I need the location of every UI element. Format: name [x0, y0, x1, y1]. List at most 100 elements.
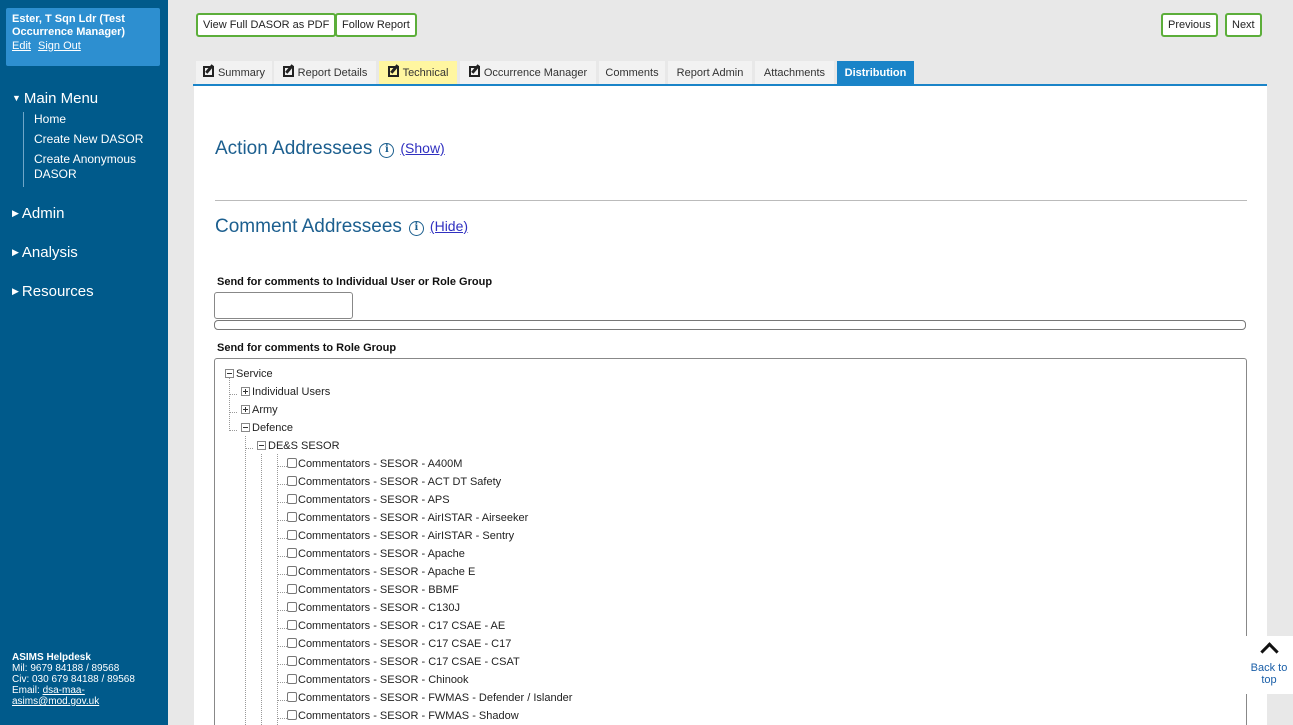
- comment-addressees-heading: Comment Addressees i (Hide): [215, 216, 469, 237]
- hide-comment-link[interactable]: (Hide): [430, 218, 468, 234]
- view-pdf-button[interactable]: View Full DASOR as PDF: [196, 13, 337, 37]
- info-icon[interactable]: i: [408, 221, 424, 236]
- tree-leaf[interactable]: Commentators - SESOR - APS: [287, 493, 450, 507]
- expand-icon[interactable]: [241, 405, 250, 414]
- checkbox[interactable]: [287, 494, 297, 504]
- collapse-icon[interactable]: [257, 441, 266, 450]
- checkbox[interactable]: [287, 530, 297, 540]
- tree-guide: [229, 412, 237, 413]
- tree-leaf[interactable]: Commentators - SESOR - C17 CSAE - AE: [287, 619, 505, 633]
- collapse-icon[interactable]: [241, 423, 250, 432]
- menu-item-home[interactable]: Home: [34, 112, 149, 127]
- tab-occurrence-manager[interactable]: Occurrence Manager: [460, 61, 596, 85]
- tree-leaf[interactable]: Commentators - SESOR - AirISTAR - Airsee…: [287, 511, 528, 525]
- previous-button[interactable]: Previous: [1161, 13, 1218, 37]
- menu-item-create-anonymous-dasor[interactable]: Create Anonymous DASOR: [34, 152, 149, 182]
- tree-guide: [277, 664, 287, 665]
- tab-comments[interactable]: Comments: [599, 61, 665, 85]
- admin-menu-toggle[interactable]: ▶ Admin: [12, 205, 64, 222]
- tab-distribution[interactable]: Distribution: [837, 61, 914, 85]
- tree-node-service[interactable]: Service: [225, 367, 273, 381]
- tree-guide: [277, 538, 287, 539]
- tree-leaf[interactable]: Commentators - SESOR - C130J: [287, 601, 460, 615]
- tree-node-army[interactable]: Army: [241, 403, 278, 417]
- tree-leaf-label: Commentators - SESOR - ACT DT Safety: [298, 476, 502, 488]
- individual-user-input[interactable]: [214, 292, 353, 319]
- checkbox[interactable]: [287, 656, 297, 666]
- helpdesk-mil: Mil: 9679 84188 / 89568: [12, 663, 120, 674]
- tab-technical[interactable]: Technical: [379, 61, 457, 85]
- checkbox[interactable]: [287, 566, 297, 576]
- checkbox[interactable]: [287, 548, 297, 558]
- distribution-panel: Action Addressees i (Show) Comment Address…: [194, 86, 1267, 725]
- expand-icon[interactable]: [241, 387, 250, 396]
- main-menu-toggle[interactable]: ▼ Main Menu: [12, 90, 98, 107]
- checkbox[interactable]: [287, 476, 297, 486]
- checkbox[interactable]: [287, 458, 297, 468]
- helpdesk-email-link[interactable]: dsa-maa-: [43, 685, 85, 696]
- tree-leaf[interactable]: Commentators - SESOR - FWMAS - Defender …: [287, 691, 572, 705]
- checkbox[interactable]: [287, 620, 297, 630]
- tree-guide: [245, 436, 246, 725]
- tree-guide: [277, 454, 278, 725]
- helpdesk-civ: Civ: 030 679 84188 / 89568: [12, 674, 135, 685]
- tree-guide: [261, 454, 262, 725]
- helpdesk-info: ASIMS Helpdesk Mil: 9679 84188 / 89568 C…: [12, 652, 135, 707]
- sign-out-link[interactable]: Sign Out: [38, 40, 81, 52]
- tree-leaf[interactable]: Commentators - SESOR - ACT DT Safety: [287, 475, 501, 489]
- tree-leaf-label: Commentators - SESOR - C17 CSAE - AE: [298, 620, 506, 632]
- checkbox[interactable]: [287, 638, 297, 648]
- tree-node-individual-users[interactable]: Individual Users: [241, 385, 330, 399]
- tree-guide: [277, 718, 287, 719]
- tree-leaf[interactable]: Commentators - SESOR - FWMAS - Shadow: [287, 709, 519, 723]
- role-group-tree[interactable]: Service Individual Users Army Defence DE…: [214, 358, 1247, 725]
- tree-leaf-label: Commentators - SESOR - C17 CSAE - C17: [298, 638, 512, 650]
- tree-leaf[interactable]: Commentators - SESOR - BBMF: [287, 583, 459, 597]
- checkbox[interactable]: [287, 674, 297, 684]
- analysis-menu-toggle[interactable]: ▶ Analysis: [12, 244, 78, 261]
- checkbox[interactable]: [287, 602, 297, 612]
- user-name: Ester, T Sqn Ldr (Test Occurrence Manage…: [12, 13, 126, 38]
- edit-profile-link[interactable]: Edit: [12, 40, 31, 52]
- user-panel: Ester, T Sqn Ldr (Test Occurrence Manage…: [6, 8, 160, 66]
- tree-leaf[interactable]: Commentators - SESOR - A400M: [287, 457, 462, 471]
- info-icon[interactable]: i: [379, 143, 395, 158]
- triangle-right-icon: ▶: [12, 208, 19, 218]
- show-action-link[interactable]: (Show): [400, 140, 444, 156]
- tree-guide: [277, 502, 287, 503]
- selected-addressees-bar[interactable]: [214, 320, 1246, 330]
- tree-leaf-label: Commentators - SESOR - AirISTAR - Sentry: [298, 530, 515, 542]
- tab-report-admin[interactable]: Report Admin: [668, 61, 752, 85]
- tab-attachments[interactable]: Attachments: [755, 61, 834, 85]
- tree-leaf[interactable]: Commentators - SESOR - AirISTAR - Sentry: [287, 529, 514, 543]
- tree-guide: [277, 682, 287, 683]
- checkbox[interactable]: [287, 584, 297, 594]
- triangle-right-icon: ▶: [12, 286, 19, 296]
- tree-node-des-sesor[interactable]: DE&S SESOR: [257, 439, 340, 453]
- checkbox[interactable]: [287, 692, 297, 702]
- tab-summary[interactable]: Summary: [196, 61, 272, 85]
- tree-leaf[interactable]: Commentators - SESOR - Chinook: [287, 673, 469, 687]
- tree-leaf-label: Commentators - SESOR - AirISTAR - Airsee…: [298, 512, 529, 524]
- tree-leaf-label: Commentators - SESOR - C17 CSAE - CSAT: [298, 656, 520, 668]
- menu-item-create-new-dasor[interactable]: Create New DASOR: [34, 132, 149, 147]
- sidebar: Ester, T Sqn Ldr (Test Occurrence Manage…: [0, 0, 168, 725]
- back-to-top-button[interactable]: Back to top: [1245, 636, 1293, 694]
- tree-leaf[interactable]: Commentators - SESOR - Apache: [287, 547, 465, 561]
- follow-report-button[interactable]: Follow Report: [335, 13, 417, 37]
- resources-menu-toggle[interactable]: ▶ Resources: [12, 283, 94, 300]
- tree-guide: [277, 646, 287, 647]
- checkbox[interactable]: [287, 710, 297, 720]
- triangle-down-icon: ▼: [12, 93, 21, 103]
- collapse-icon[interactable]: [225, 369, 234, 378]
- tab-report-details[interactable]: Report Details: [274, 61, 376, 85]
- tree-leaf[interactable]: Commentators - SESOR - Apache E: [287, 565, 475, 579]
- tree-leaf[interactable]: Commentators - SESOR - C17 CSAE - CSAT: [287, 655, 520, 669]
- action-addressees-heading: Action Addressees i (Show): [215, 138, 445, 159]
- next-button[interactable]: Next: [1225, 13, 1262, 37]
- helpdesk-email-link-cont[interactable]: asims@mod.gov.uk: [12, 696, 135, 707]
- tree-node-defence[interactable]: Defence: [241, 421, 293, 435]
- checkbox[interactable]: [287, 512, 297, 522]
- tree-leaf[interactable]: Commentators - SESOR - C17 CSAE - C17: [287, 637, 511, 651]
- tree-guide: [277, 556, 287, 557]
